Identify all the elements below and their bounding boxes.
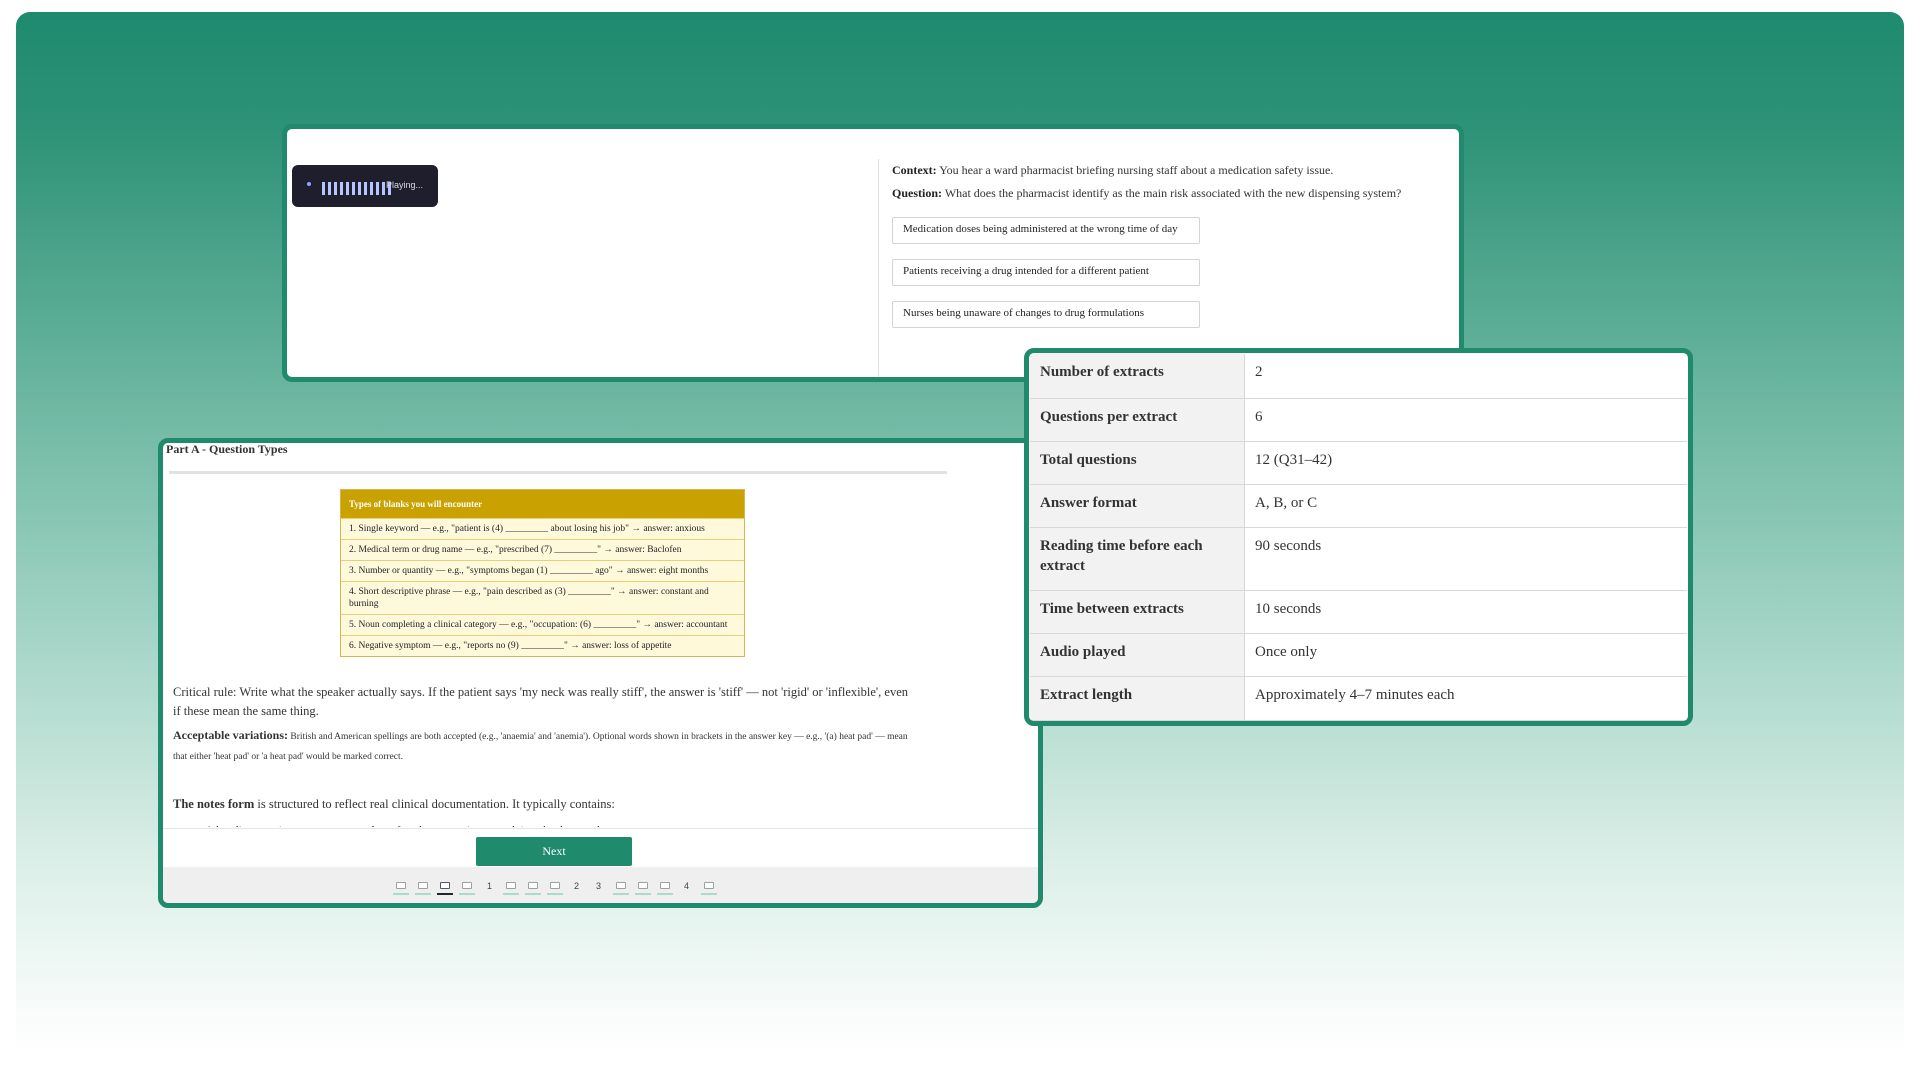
- context-text: Context: You hear a ward pharmacist brie…: [892, 162, 1459, 178]
- row-value: 6: [1244, 398, 1687, 442]
- row-label: Time between extracts: [1030, 590, 1245, 634]
- question-body: What does the pharmacist identify as the…: [944, 186, 1402, 200]
- notes-form-list-item: A heading · patient name · reason for re…: [205, 819, 600, 827]
- listening-question-panel: Playing... Context: You hear a ward phar…: [282, 124, 1464, 382]
- player-status: Playing...: [386, 180, 424, 190]
- table-row: Extract length Approximately 4–7 minutes…: [1030, 676, 1687, 721]
- row-value: 90 seconds: [1244, 527, 1687, 591]
- part-title: Part A - Question Types: [166, 442, 288, 456]
- row-label: Answer format: [1030, 484, 1245, 528]
- blank-types-table: Types of blanks you will encounter 1. Si…: [340, 489, 745, 657]
- answer-option-b[interactable]: Patients receiving a drug intended for a…: [892, 259, 1200, 286]
- table-row: Reading time before each extract 90 seco…: [1030, 527, 1687, 591]
- title-divider: [169, 471, 947, 474]
- question-label: Question:: [892, 186, 943, 200]
- blank-type-row: 1. Single keyword — e.g., "patient is (4…: [341, 518, 744, 539]
- table-row: Answer format A, B, or C: [1030, 484, 1687, 528]
- page-navigation: 1 2 3 4: [163, 867, 1038, 903]
- row-label: Questions per extract: [1030, 398, 1245, 442]
- test-format-table-panel: Number of extracts 2 Questions per extra…: [1024, 348, 1693, 726]
- next-button[interactable]: Next: [476, 837, 632, 866]
- blank-type-row: 2. Medical term or drug name — e.g., "pr…: [341, 539, 744, 560]
- test-format-table: Number of extracts 2 Questions per extra…: [1030, 354, 1687, 721]
- footer-divider: [163, 828, 1038, 829]
- acceptable-variations-label: Acceptable variations:: [173, 728, 288, 742]
- table-row: Total questions 12 (Q31–42): [1030, 441, 1687, 485]
- audio-waveform-icon: [322, 182, 391, 195]
- row-label: Number of extracts: [1030, 354, 1245, 399]
- table-row: Audio played Once only: [1030, 633, 1687, 677]
- critical-rule-text: Critical rule: Write what the speaker ac…: [173, 685, 909, 718]
- lesson-panel: Part A - Question Types Types of blanks …: [158, 438, 1043, 908]
- row-value: 12 (Q31–42): [1244, 441, 1687, 485]
- notes-form-label: The notes form: [173, 797, 255, 811]
- answer-option-c[interactable]: Nurses being unaware of changes to drug …: [892, 301, 1200, 328]
- answer-option-a[interactable]: Medication doses being administered at t…: [892, 217, 1200, 244]
- row-label: Reading time before each extract: [1030, 527, 1245, 591]
- acceptable-variations-text: Acceptable variations: British and Ameri…: [173, 725, 913, 767]
- blank-type-row: 3. Number or quantity — e.g., "symptoms …: [341, 560, 744, 581]
- row-label: Total questions: [1030, 441, 1245, 485]
- blank-types-heading: Types of blanks you will encounter: [341, 490, 744, 518]
- table-row: Questions per extract 6: [1030, 398, 1687, 442]
- blank-type-row: 5. Noun completing a clinical category —…: [341, 614, 744, 635]
- row-value: A, B, or C: [1244, 484, 1687, 528]
- table-row: Number of extracts 2: [1030, 354, 1687, 399]
- audio-indicator-icon: [307, 182, 311, 186]
- row-label: Extract length: [1030, 676, 1245, 721]
- audio-player[interactable]: Playing...: [292, 165, 438, 207]
- row-value: Approximately 4–7 minutes each: [1244, 676, 1687, 721]
- blank-type-row: 4. Short descriptive phrase — e.g., "pai…: [341, 581, 744, 614]
- context-label: Context:: [892, 163, 937, 177]
- table-row: Time between extracts 10 seconds: [1030, 590, 1687, 634]
- blank-type-row: 6. Negative symptom — e.g., "reports no …: [341, 635, 744, 656]
- question-text: Question: What does the pharmacist ident…: [892, 185, 1459, 201]
- row-value: Once only: [1244, 633, 1687, 677]
- panel-divider: [878, 159, 879, 377]
- row-value: 2: [1244, 354, 1687, 399]
- context-body: You hear a ward pharmacist briefing nurs…: [939, 163, 1334, 177]
- row-label: Audio played: [1030, 633, 1245, 677]
- row-value: 10 seconds: [1244, 590, 1687, 634]
- notes-form-text: The notes form is structured to reflect …: [173, 797, 913, 812]
- notes-form-body: is structured to reflect real clinical d…: [257, 797, 615, 811]
